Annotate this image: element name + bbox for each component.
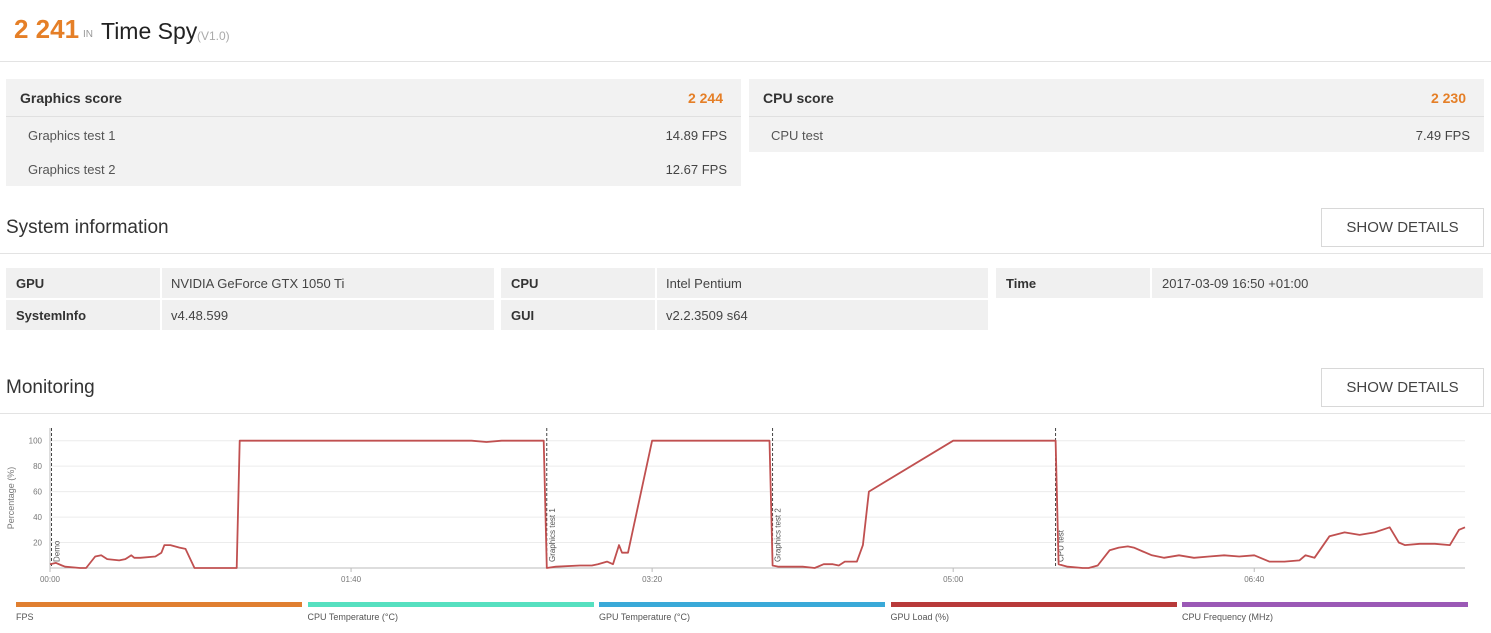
- graphics-test-2-label: Graphics test 2: [28, 162, 116, 177]
- cpu-score-value: 2 230: [1430, 90, 1466, 106]
- benchmark-title: Time Spy: [101, 18, 198, 44]
- info-value: 2017-03-09 16:50 +01:00: [1162, 276, 1309, 291]
- info-key: GUI: [511, 308, 535, 323]
- overall-score: 2 241: [14, 14, 80, 44]
- benchmark-version: (V1.0): [197, 29, 230, 43]
- cpu-score-panel: CPU score 2 230 CPU test 7.49 FPS: [749, 79, 1484, 152]
- y-axis-label: Percentage (%): [6, 467, 16, 530]
- legend-color-bar[interactable]: [307, 602, 594, 607]
- legend-label: CPU Frequency (MHz): [1182, 612, 1274, 622]
- legend-label: FPS: [16, 612, 34, 622]
- monitoring-show-details-button[interactable]: SHOW DETAILS: [1321, 368, 1484, 407]
- legend-label: CPU Temperature (°C): [307, 612, 398, 622]
- graphics-score-label: Graphics score: [20, 90, 122, 106]
- y-tick-label: 80: [33, 462, 42, 471]
- info-value: NVIDIA GeForce GTX 1050 Ti: [171, 276, 345, 291]
- info-key: GPU: [16, 276, 45, 291]
- in-label: IN: [83, 29, 93, 40]
- system-show-details-button[interactable]: SHOW DETAILS: [1321, 208, 1484, 247]
- test-marker-label: Graphics test 2: [774, 508, 783, 562]
- x-tick-label: 03:20: [642, 575, 663, 584]
- info-key: SystemInfo: [16, 308, 87, 323]
- info-separator: [160, 268, 162, 298]
- graphics-test-row: Graphics test 1 14.89 FPS: [6, 118, 741, 152]
- cpu-score-header: CPU score 2 230: [749, 79, 1484, 117]
- graphics-score-value: 2 244: [687, 90, 723, 106]
- info-separator: [1150, 268, 1152, 298]
- info-cell-cpu: CPU Intel Pentium: [501, 268, 988, 298]
- info-cell-gpu: GPU NVIDIA GeForce GTX 1050 Ti: [6, 268, 494, 298]
- graphics-score-header: Graphics score 2 244: [6, 79, 741, 117]
- y-tick-label: 100: [29, 437, 43, 446]
- cpu-score-label: CPU score: [763, 90, 834, 106]
- y-tick-label: 60: [33, 488, 42, 497]
- monitoring-chart: 20 40 60 80 100 Percentage (%) 00:00 01:40 03:20…: [6, 428, 1466, 584]
- monitoring-divider: [0, 413, 1491, 414]
- graphics-test-1-value: 14.89 FPS: [665, 128, 727, 143]
- monitoring-title: Monitoring: [6, 377, 95, 398]
- info-value: v2.2.3509 s64: [666, 308, 748, 323]
- legend-label: GPU Temperature (°C): [599, 612, 690, 622]
- legend-color-bar[interactable]: [890, 602, 1177, 607]
- x-tick-label: 06:40: [1244, 575, 1265, 584]
- info-key: CPU: [511, 276, 539, 291]
- y-tick-label: 20: [33, 539, 42, 548]
- graphics-score-panel: Graphics score 2 244 Graphics test 1 14.…: [6, 79, 741, 186]
- x-tick-label: 01:40: [341, 575, 362, 584]
- cpu-test-label: CPU test: [771, 128, 824, 143]
- legend-label: GPU Load (%): [890, 612, 950, 622]
- info-separator: [160, 300, 162, 330]
- graphics-test-row: Graphics test 2 12.67 FPS: [6, 152, 741, 186]
- x-tick-label: 05:00: [943, 575, 964, 584]
- info-key: Time: [1006, 276, 1037, 291]
- info-separator: [655, 300, 657, 330]
- system-information-title: System information: [6, 217, 169, 238]
- info-value: Intel Pentium: [666, 276, 742, 291]
- graphics-test-2-value: 12.67 FPS: [665, 162, 727, 177]
- cpu-test-row: CPU test 7.49 FPS: [749, 118, 1484, 152]
- info-cell-gui: GUI v2.2.3509 s64: [501, 300, 988, 330]
- test-marker-label: Graphics test 1: [548, 508, 557, 562]
- result-header: 2 241 IN Time Spy (V1.0): [0, 0, 1491, 62]
- series-line: [49, 439, 1466, 569]
- legend-color-bar[interactable]: [16, 602, 302, 607]
- info-separator: [655, 268, 657, 298]
- x-tick-label: 00:00: [40, 575, 61, 584]
- legend-color-bar[interactable]: [1182, 602, 1468, 607]
- cpu-test-value: 7.49 FPS: [1415, 128, 1470, 143]
- system-divider: [0, 253, 1491, 254]
- graphics-test-1-label: Graphics test 1: [28, 128, 116, 143]
- info-cell-time: Time 2017-03-09 16:50 +01:00: [996, 268, 1483, 298]
- info-value: v4.48.599: [171, 308, 229, 323]
- info-cell-systeminfo: SystemInfo v4.48.599: [6, 300, 494, 330]
- legend-color-bar[interactable]: [599, 602, 885, 607]
- y-tick-label: 40: [33, 513, 42, 522]
- test-marker-label: Demo: [53, 540, 62, 562]
